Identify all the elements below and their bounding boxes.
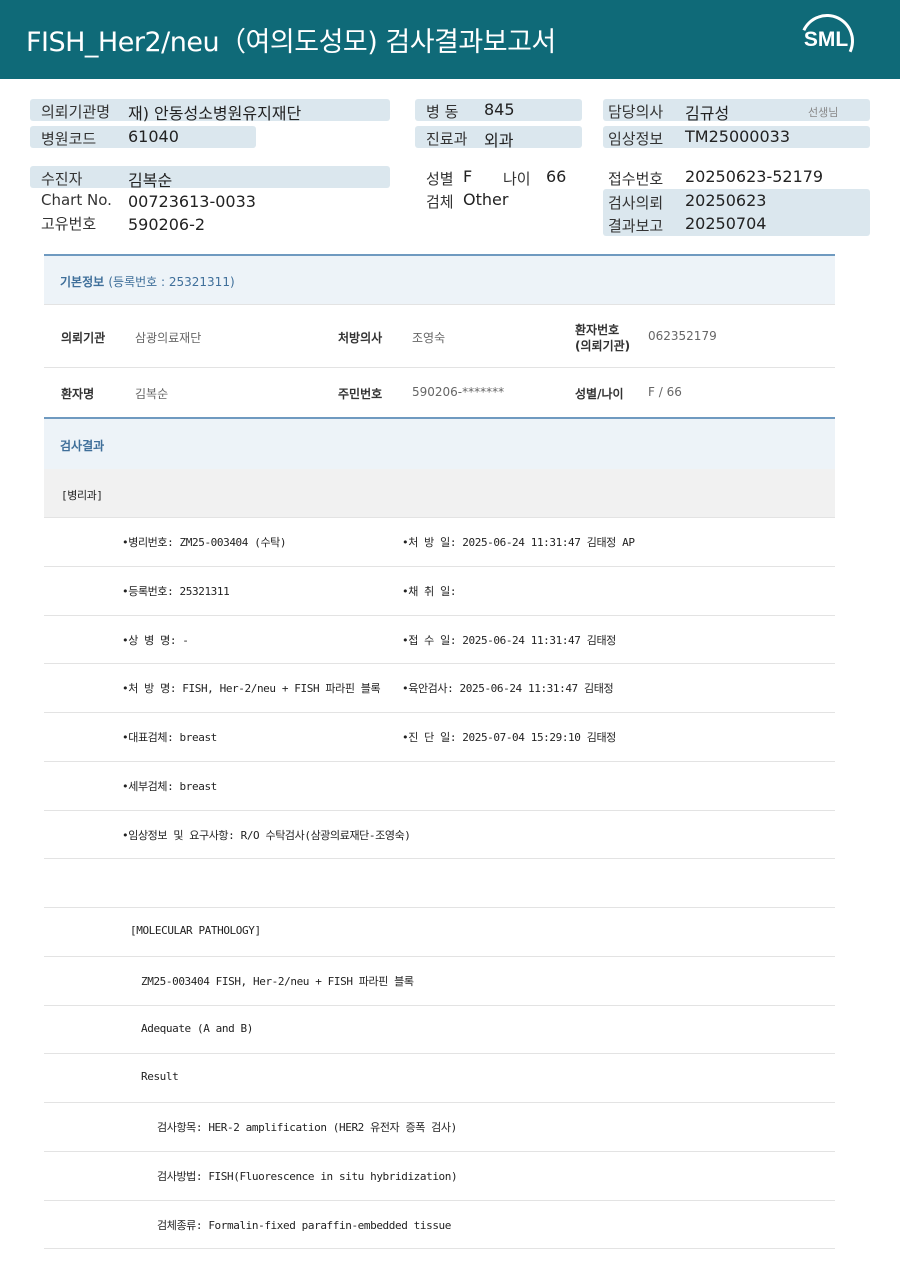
report-date-label: 결과보고 [608, 217, 664, 235]
specimen-label: 검체 [426, 193, 454, 211]
molecular-line: 검체종류: Formalin-fixed paraffin-embedded t… [157, 1219, 452, 1232]
specimen-value: Other [463, 190, 509, 209]
molecular-line: Adequate (A and B) [141, 1022, 254, 1035]
dept-label: 진료과 [426, 130, 468, 148]
clinical-label: 임상정보 [608, 130, 664, 148]
result-right-line: •처 방 일: 2025-06-24 11:31:47 김태정 AP [402, 536, 635, 549]
result-right-line: •접 수 일: 2025-06-24 11:31:47 김태정 [402, 634, 616, 647]
row-divider [44, 1102, 835, 1103]
doctor-suffix: 선생님 [808, 106, 839, 119]
patient-label: 수진자 [41, 170, 83, 188]
divider [44, 367, 835, 368]
result-left-line: •병리번호: ZM25-003404 (수탁) [122, 536, 287, 549]
requesting-org-label: 의뢰기관명 [41, 103, 111, 121]
row-divider [44, 761, 835, 762]
molecular-line: 검사방법: FISH(Fluorescence in situ hybridiz… [157, 1170, 458, 1183]
sexage-label: 성별/나이 [575, 387, 624, 401]
prescriber-label: 처방의사 [338, 331, 383, 345]
sex-value: F [463, 167, 473, 186]
result-left-line: •세부검체: breast [122, 780, 217, 793]
sexage-value: F / 66 [648, 385, 682, 399]
result-left-line: •처 방 명: FISH, Her-2/neu + FISH 파라핀 블록 [122, 682, 381, 695]
row-divider [44, 1200, 835, 1201]
row-divider [44, 1151, 835, 1152]
patient-value: 김복순 [128, 171, 173, 190]
request-date-value: 20250623 [685, 191, 767, 210]
patno-value: 062352179 [648, 329, 717, 343]
report-header: FISH_Her2/neu（여의도성모) 검사결과보고서 SML [0, 0, 900, 79]
doctor-value: 김규성 [685, 104, 730, 123]
sml-logo: SML [792, 6, 862, 76]
hospital-code-value: 61040 [128, 127, 179, 146]
request-date-label: 검사의뢰 [608, 194, 664, 212]
basic-info-bar: 기본정보 (등록번호 : 25321311) [44, 254, 835, 305]
row-divider [44, 712, 835, 713]
row-divider [44, 858, 835, 859]
patno-label-1: 환자번호 [575, 323, 620, 337]
name-label: 환자명 [61, 387, 95, 401]
report-title: FISH_Her2/neu（여의도성모) 검사결과보고서 [26, 27, 556, 58]
clinical-value: TM25000033 [685, 127, 791, 146]
row-divider [44, 663, 835, 664]
basic-info-reg: (등록번호 : 25321311) [108, 275, 235, 289]
result-left-line: •대표검체: breast [122, 731, 217, 744]
rrn-value: 590206-******* [412, 385, 505, 399]
dept-value: 외과 [484, 131, 514, 150]
row-divider [44, 1248, 835, 1249]
ward-label: 병 동 [426, 103, 459, 121]
result-right-line: •육안검사: 2025-06-24 11:31:47 김태정 [402, 682, 614, 695]
org-value: 삼광의료재단 [135, 331, 202, 345]
result-right-line: •채 취 일: [402, 585, 457, 598]
molecular-line: 검사항목: HER-2 amplification (HER2 유전자 증폭 검… [157, 1121, 457, 1134]
doctor-label: 담당의사 [608, 103, 664, 121]
row-divider [44, 956, 835, 957]
basic-info-heading: 기본정보 (등록번호 : 25321311) [60, 273, 235, 290]
report-date-value: 20250704 [685, 214, 767, 233]
logo-text: SML [803, 28, 849, 51]
ward-value: 845 [484, 100, 515, 119]
row-divider [44, 615, 835, 616]
chart-value: 00723613-0033 [128, 192, 256, 211]
result-bar: 검사결과 [44, 417, 835, 470]
row-divider [44, 1053, 835, 1054]
result-left-line: •등록번호: 25321311 [122, 585, 230, 598]
hospital-code-label: 병원코드 [41, 130, 97, 148]
age-label: 나이 [503, 170, 531, 188]
divider [44, 304, 835, 305]
row-divider [44, 907, 835, 908]
result-heading: 검사결과 [60, 439, 105, 453]
pathology-section-title: [병리과] [61, 489, 103, 502]
unique-value: 590206-2 [128, 215, 206, 234]
unique-label: 고유번호 [41, 215, 97, 233]
org-label: 의뢰기관 [61, 331, 106, 345]
name-value: 김복순 [135, 387, 169, 401]
basic-info-title: 기본정보 [60, 275, 105, 289]
chart-label: Chart No. [41, 191, 112, 209]
receipt-label: 접수번호 [608, 170, 664, 188]
result-left-line: •임상정보 및 요구사항: R/O 수탁검사(삼광의료재단-조영숙) [122, 829, 411, 842]
result-left-line: •상 병 명: - [122, 634, 189, 647]
receipt-value: 20250623-52179 [685, 167, 824, 186]
row-divider [44, 810, 835, 811]
row-divider [44, 517, 835, 518]
molecular-line: ZM25-003404 FISH, Her-2/neu + FISH 파라핀 블… [141, 975, 414, 988]
pathology-section-header: [병리과] [44, 469, 835, 517]
rrn-label: 주민번호 [338, 387, 383, 401]
row-divider [44, 566, 835, 567]
molecular-line: [MOLECULAR PATHOLOGY] [130, 924, 261, 937]
result-right-line: •진 단 일: 2025-07-04 15:29:10 김태정 [402, 731, 616, 744]
patno-label-2: (의뢰기관) [575, 339, 631, 353]
age-value: 66 [546, 167, 567, 186]
molecular-line: Result [141, 1070, 179, 1083]
patient-pill [30, 166, 390, 188]
requesting-org-value: 재) 안동성소병원유지재단 [128, 104, 302, 123]
row-divider [44, 1005, 835, 1006]
sex-label: 성별 [426, 170, 454, 188]
prescriber-value: 조영숙 [412, 331, 446, 345]
